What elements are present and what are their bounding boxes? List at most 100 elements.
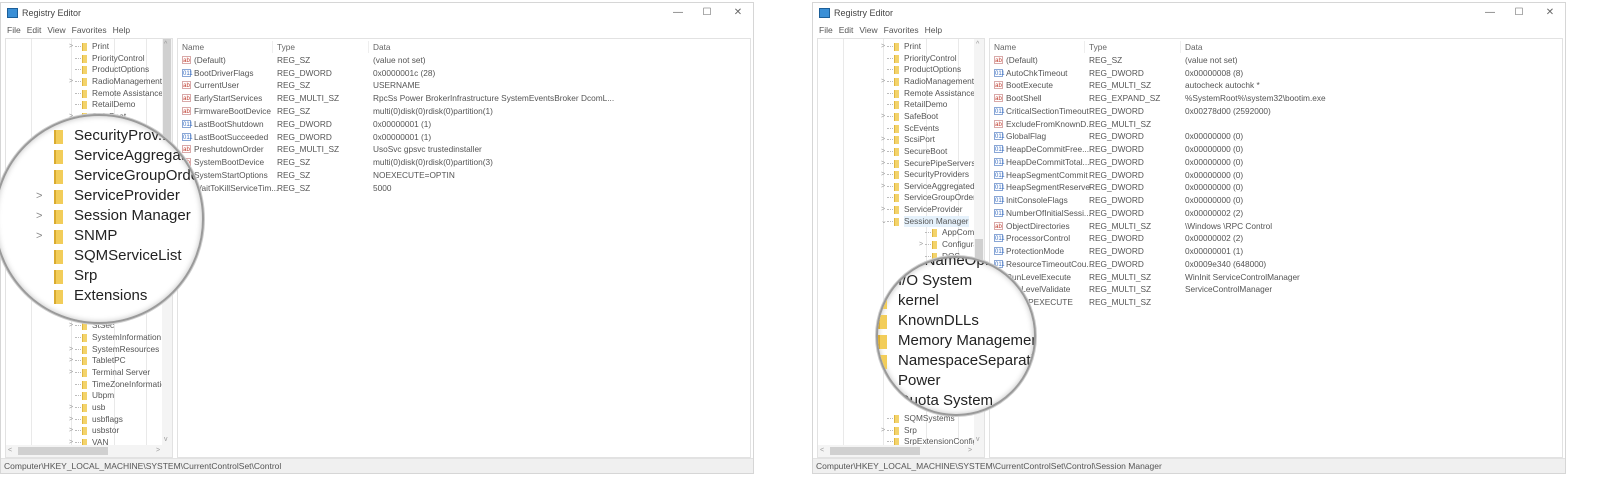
tree-item-usbflags[interactable]: > usbflags (69, 414, 156, 425)
tree-item-secureboot[interactable]: > SecureBoot (881, 146, 968, 157)
tree-item-scevents[interactable]: ScEvents (881, 123, 968, 134)
tree-item-tabletpc[interactable]: > TabletPC (69, 355, 156, 366)
tree-item-terminal-server[interactable]: > Terminal Server (69, 367, 156, 378)
column-header-type[interactable]: Type (277, 41, 295, 53)
column-header-name[interactable]: Name (182, 41, 204, 53)
menu-view[interactable]: View (47, 23, 65, 35)
tree-horizontal-scrollbar[interactable]: < > (818, 445, 984, 457)
scroll-down-arrow[interactable]: v (976, 436, 980, 443)
scroll-up-arrow[interactable]: ^ (164, 41, 167, 48)
registry-value-row[interactable]: ab (Default) REG_SZ (value not set) (178, 54, 750, 66)
registry-value-row[interactable]: ab (Default) REG_SZ (value not set) (990, 54, 1562, 66)
registry-value-row[interactable]: ab BootShell REG_EXPAND_SZ %SystemRoot%\sys… (990, 92, 1562, 104)
registry-value-row[interactable]: 011 CriticalSectionTimeout REG_DWORD 0x0027… (990, 105, 1562, 117)
scroll-right-arrow[interactable]: > (968, 447, 972, 454)
registry-value-row[interactable]: ab BootExecute REG_MULTI_SZ autocheck autoc… (990, 79, 1562, 91)
menu-favorites[interactable]: Favorites (884, 23, 919, 35)
tree-item-prioritycontrol[interactable]: PriorityControl (881, 53, 968, 64)
scroll-left-arrow[interactable]: < (8, 447, 12, 454)
column-header-type[interactable]: Type (1089, 41, 1107, 53)
scroll-right-arrow[interactable]: > (156, 447, 160, 454)
menu-file[interactable]: File (7, 23, 21, 35)
tree-item-remote-assistance[interactable]: Remote Assistance (881, 88, 975, 99)
registry-value-row[interactable]: ab FirmwareBootDevice REG_SZ multi(0)disk(0… (178, 105, 750, 117)
tree-item-usbstor[interactable]: > usbstor (69, 425, 156, 436)
registry-value-row[interactable]: 011 ProcessorControl REG_DWORD 0x00000002 (… (990, 232, 1562, 244)
menu-view[interactable]: View (859, 23, 877, 35)
registry-value-row[interactable]: ab ExcludeFromKnownD... REG_MULTI_SZ (990, 118, 1562, 130)
tree-item-print[interactable]: > Print (881, 41, 968, 52)
registry-value-row[interactable]: abSystemBootDeviceREG_SZmulti(0)disk(0)r… (178, 156, 750, 168)
registry-value-row[interactable]: abSystemStartOptionsREG_SZ NOEXECUTE=OPT… (178, 169, 750, 181)
registry-value-row[interactable]: 011 BootDriverFlags REG_DWORD 0x0000001c (2… (178, 67, 750, 79)
maximize-button[interactable]: ☐ (700, 6, 714, 20)
tree-horizontal-scrollbar[interactable]: < > (6, 445, 172, 457)
tree-item-session-manager[interactable]: ⌄ Session Manager (881, 215, 969, 227)
registry-value-row[interactable]: 011 NumberOfInitialSessi... REG_DWORD 0x000… (990, 207, 1562, 219)
tree-item-productoptions[interactable]: ProductOptions (69, 64, 156, 75)
column-header-data[interactable]: Data (1185, 41, 1203, 53)
menu-help[interactable]: Help (925, 23, 942, 35)
scroll-left-arrow[interactable]: < (820, 447, 824, 454)
tree-item-configuration-manager[interactable]: >Configuration Manager (919, 239, 984, 250)
registry-value-row[interactable]: abRunLevelExecuteREG_MULTI_SZWinInit Ser… (990, 271, 1562, 283)
column-divider[interactable] (1084, 41, 1085, 53)
menu-favorites[interactable]: Favorites (72, 23, 107, 35)
scrollbar-thumb[interactable] (830, 447, 920, 455)
menu-help[interactable]: Help (113, 23, 130, 35)
scroll-up-arrow[interactable]: ^ (976, 41, 979, 48)
tree-item-retaildemo[interactable]: RetailDemo (881, 99, 968, 110)
tree-item-print[interactable]: > Print (69, 41, 156, 52)
minimize-button[interactable]: — (671, 6, 685, 20)
registry-value-row[interactable]: ab EarlyStartServices REG_MULTI_SZ RpcSs Po… (178, 92, 750, 104)
tree-item-remote-assistance[interactable]: Remote Assistance (69, 88, 163, 99)
registry-value-row[interactable]: 011 LastBootShutdown REG_DWORD 0x00000001 (… (178, 118, 750, 130)
column-divider[interactable] (368, 41, 369, 53)
registry-value-row[interactable]: ab ObjectDirectories REG_MULTI_SZ \Windows … (990, 220, 1562, 232)
tree-item-ubpm[interactable]: Ubpm (69, 390, 156, 401)
tree-item-securepipeservers[interactable]: > SecurePipeServers (881, 158, 975, 169)
tree-item-radiomanagement[interactable]: > RadioManagement (69, 76, 162, 87)
tree-item-prioritycontrol[interactable]: PriorityControl (69, 53, 156, 64)
tree-item-usb[interactable]: > usb (69, 402, 156, 413)
column-header-data[interactable]: Data (373, 41, 391, 53)
menu-edit[interactable]: Edit (839, 23, 854, 35)
registry-value-row[interactable]: 011 InitConsoleFlags REG_DWORD 0x00000000 (… (990, 194, 1562, 206)
tree-item-serviceaggregatedevents[interactable]: >ServiceAggregatedEvents (881, 181, 984, 192)
tree-item-productoptions[interactable]: ProductOptions (881, 64, 968, 75)
menu-edit[interactable]: Edit (27, 23, 42, 35)
registry-value-row[interactable]: abWaitToKillServiceTim...REG_SZ5000 (178, 182, 750, 194)
registry-value-row[interactable]: abRunLevelValidateREG_MULTI_SZServiceCon… (990, 283, 1562, 295)
column-divider[interactable] (272, 41, 273, 53)
menu-file[interactable]: File (819, 23, 833, 35)
tree-item-retaildemo[interactable]: RetailDemo (69, 99, 156, 110)
registry-value-row[interactable]: abSETUPEXECUTEREG_MULTI_SZ (990, 296, 1562, 308)
tree-item-radiomanagement[interactable]: > RadioManagement (881, 76, 974, 87)
registry-value-row[interactable]: 011 HeapSegmentCommit REG_DWORD 0x00000000 … (990, 169, 1562, 181)
tree-item-serviceprovider[interactable]: > ServiceProvider (881, 204, 968, 215)
tree-item-safeboot[interactable]: >SafeBoot (881, 111, 968, 122)
registry-value-row[interactable]: ab PreshutdownOrder REG_MULTI_SZ UsoSvc gps… (178, 143, 750, 155)
tree-item-systemresources[interactable]: > SystemResources (69, 344, 159, 355)
tree-item-srp[interactable]: > Srp (881, 425, 968, 436)
registry-value-row[interactable]: 011 HeapDeCommitTotal... REG_DWORD 0x000000… (990, 156, 1562, 168)
registry-value-row[interactable]: 011 HeapDeCommitFree... REG_DWORD 0x0000000… (990, 143, 1562, 155)
registry-value-row[interactable]: 011 LastBootSucceeded REG_DWORD 0x00000001 … (178, 131, 750, 143)
registry-value-row[interactable]: 011 GlobalFlag REG_DWORD 0x00000000 (0) (990, 130, 1562, 142)
tree-item-appcompatcache[interactable]: AppCompatCache (919, 227, 984, 238)
tree-item-servicegrouporder[interactable]: ServiceGroupOrder (881, 192, 976, 203)
registry-value-row[interactable]: 011 AutoChkTimeout REG_DWORD 0x00000008 (8) (990, 67, 1562, 79)
close-button[interactable]: ✕ (731, 6, 745, 20)
tree-item-systeminformation[interactable]: SystemInformation (69, 332, 161, 343)
registry-value-row[interactable]: 011 HeapSegmentReserve REG_DWORD 0x00000000… (990, 181, 1562, 193)
registry-value-row[interactable]: 011 ProtectionMode REG_DWORD 0x00000001 (1) (990, 245, 1562, 257)
column-divider[interactable] (1180, 41, 1181, 53)
close-button[interactable]: ✕ (1543, 6, 1557, 20)
maximize-button[interactable]: ☐ (1512, 6, 1526, 20)
scroll-down-arrow[interactable]: v (164, 436, 168, 443)
column-header-name[interactable]: Name (994, 41, 1016, 53)
scrollbar-thumb[interactable] (18, 447, 108, 455)
tree-item-securityproviders[interactable]: > SecurityProviders (881, 169, 969, 180)
registry-value-row[interactable]: 011 ResourceTimeoutCou... REG_DWORD 0x0009e… (990, 258, 1562, 270)
tree-item-timezoneinformatic[interactable]: TimeZoneInformatic (69, 379, 165, 390)
